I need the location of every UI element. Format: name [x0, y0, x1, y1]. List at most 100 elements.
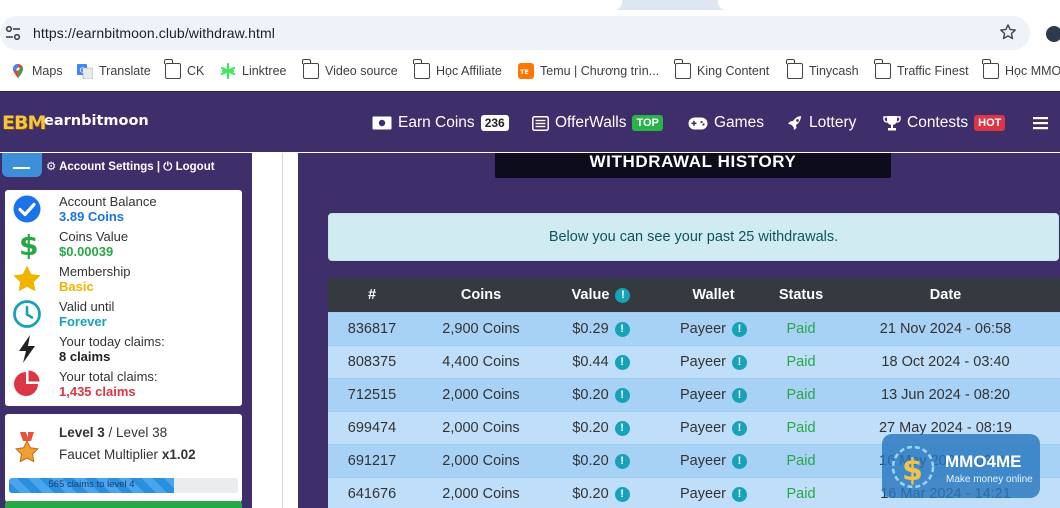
- level-progress-bar: 565 claims to level 4: [9, 478, 238, 493]
- bookmark-translate[interactable]: G Translate: [77, 62, 151, 80]
- withdrawal-value: $0.20!: [546, 412, 656, 444]
- info-icon[interactable]: !: [614, 354, 630, 370]
- translate-icon: G: [77, 64, 93, 79]
- total-claims-row: Your total claims: 1,435 claims: [5, 366, 242, 401]
- info-icon[interactable]: !: [731, 387, 747, 403]
- account-links: ⚙ Account Settings | ⏻ Logout: [46, 159, 215, 174]
- withdrawal-id: 808375: [347, 354, 397, 370]
- info-icon[interactable]: !: [614, 420, 630, 436]
- info-icon[interactable]: !: [731, 453, 747, 469]
- level-progress-text: 565 claims to level 4: [48, 479, 135, 490]
- withdrawal-date: 13 Jun 2024 - 08:20: [881, 387, 1010, 403]
- withdrawal-value: $0.20!: [546, 478, 656, 508]
- col-coins-header: Coins: [460, 287, 502, 303]
- power-icon: ⏻: [163, 161, 173, 173]
- site-info-icon[interactable]: [4, 24, 22, 42]
- maps-pin-icon: [13, 64, 23, 78]
- membership-row: Membership Basic: [5, 261, 242, 296]
- withdrawal-coins: 2,000 Coins: [442, 486, 520, 502]
- withdrawal-coins: 2,000 Coins: [442, 453, 520, 469]
- logout-link[interactable]: Logout: [176, 161, 215, 173]
- earn-coins-count-badge: 236: [480, 115, 509, 131]
- table-row: 712515 2,000 Coins $0.20! Payeer! Paid 13 Jun…: [328, 378, 1060, 411]
- nav-menu-toggle[interactable]: [1033, 112, 1048, 134]
- profile-avatar[interactable]: [1046, 26, 1060, 42]
- green-action-button[interactable]: [5, 501, 242, 508]
- trophy-icon: [883, 116, 901, 131]
- offerwalls-top-badge: TOP: [632, 115, 663, 131]
- today-claims-row: Your today claims: 8 claims: [5, 331, 242, 366]
- nav-offerwalls[interactable]: OfferWalls TOP: [532, 112, 663, 134]
- logo-mark[interactable]: EBM: [2, 112, 46, 134]
- info-icon[interactable]: !: [614, 453, 630, 469]
- folder-icon: [164, 59, 181, 79]
- list-icon: [532, 115, 549, 131]
- info-icon[interactable]: !: [731, 486, 747, 502]
- withdrawal-coins: 2,900 Coins: [442, 321, 520, 337]
- sidebar: ⚙ Account Settings | ⏻ Logout Account Ba…: [0, 153, 252, 508]
- pie-chart-icon: [14, 370, 40, 396]
- folder-icon: [674, 59, 691, 79]
- table-row: 808375 4,400 Coins $0.44! Payeer! Paid 18 Oct…: [328, 345, 1060, 378]
- folder-icon: [413, 59, 430, 79]
- omnibox[interactable]: https://earnbitmoon.club/withdraw.html: [0, 16, 1030, 50]
- bookmark-tinycash[interactable]: Tinycash: [786, 59, 859, 80]
- withdrawal-wallet: Payeer!: [656, 412, 771, 444]
- info-icon[interactable]: !: [731, 321, 747, 337]
- info-icon[interactable]: !: [731, 420, 747, 436]
- col-value-header: Value!: [546, 278, 656, 312]
- nav-games[interactable]: Games: [688, 112, 764, 134]
- url-text[interactable]: https://earnbitmoon.club/withdraw.html: [33, 25, 275, 41]
- withdrawal-coins: 2,000 Coins: [442, 420, 520, 436]
- bookmark-video-source[interactable]: Video source: [302, 59, 398, 80]
- col-id-header: #: [367, 287, 377, 303]
- contests-hot-badge: HOT: [974, 115, 1006, 131]
- bolt-icon: [19, 335, 35, 363]
- folder-icon: [982, 59, 999, 79]
- nav-contests[interactable]: Contests HOT: [883, 112, 1006, 134]
- withdrawal-id: 836817: [347, 321, 397, 337]
- new-tab-area[interactable]: [718, 0, 1060, 10]
- logo-text[interactable]: earnbitmoon: [44, 113, 149, 129]
- info-icon[interactable]: !: [614, 486, 630, 502]
- linktree-icon: [220, 63, 236, 79]
- bookmark-hoc-affiliate[interactable]: Học Affiliate: [413, 59, 502, 80]
- info-icon[interactable]: !: [615, 287, 631, 303]
- active-tab[interactable]: [0, 0, 622, 10]
- gamepad-icon: [688, 117, 708, 129]
- withdrawal-date: 21 Nov 2024 - 06:58: [879, 321, 1012, 337]
- withdrawal-coins: 4,400 Coins: [442, 354, 520, 370]
- user-avatar-button[interactable]: [2, 153, 42, 177]
- level-text: Level 3 / Level 38: [59, 425, 168, 440]
- withdrawal-value: $0.20!: [546, 445, 656, 477]
- dollar-icon: $: [19, 229, 38, 259]
- bookmark-temu[interactable]: TE Temu | Chương trìn...: [518, 62, 659, 80]
- info-icon[interactable]: !: [731, 354, 747, 370]
- status-badge: Paid: [786, 354, 816, 370]
- col-status-header: Status: [778, 287, 824, 303]
- mmo4me-watermark: $ MMO4ME Make money online: [882, 434, 1040, 498]
- info-icon[interactable]: !: [614, 387, 630, 403]
- bookmark-ck[interactable]: CK: [164, 59, 204, 80]
- account-settings-link[interactable]: Account Settings: [59, 161, 154, 173]
- money-bill-icon: [372, 116, 392, 130]
- nav-earn-coins[interactable]: Earn Coins 236: [372, 112, 509, 134]
- star-icon: [13, 265, 41, 292]
- bookmark-star-icon[interactable]: [998, 22, 1018, 42]
- bookmark-maps[interactable]: Maps: [10, 62, 63, 80]
- folder-icon: [874, 59, 891, 79]
- account-balance-row: Account Balance 3.89 Coins: [5, 191, 242, 226]
- svg-text:TE: TE: [520, 68, 529, 76]
- rocket-icon: [788, 116, 802, 130]
- bookmark-hoc-mmo[interactable]: Học MMO: [982, 59, 1060, 80]
- bookmark-traffic-finest[interactable]: Traffic Finest: [874, 59, 969, 80]
- bookmark-linktree[interactable]: Linktree: [220, 62, 286, 80]
- address-bar-row: https://earnbitmoon.club/withdraw.html: [0, 10, 1060, 56]
- info-icon[interactable]: !: [614, 321, 630, 337]
- account-info-card: Account Balance 3.89 Coins $ Coins Value…: [5, 190, 242, 406]
- coins-value-row: $ Coins Value $0.00039: [5, 226, 242, 261]
- withdrawal-value: $0.20!: [546, 379, 656, 411]
- bookmark-king-content[interactable]: King Content: [674, 59, 769, 80]
- clock-icon: [13, 300, 41, 328]
- nav-lottery[interactable]: Lottery: [787, 112, 856, 134]
